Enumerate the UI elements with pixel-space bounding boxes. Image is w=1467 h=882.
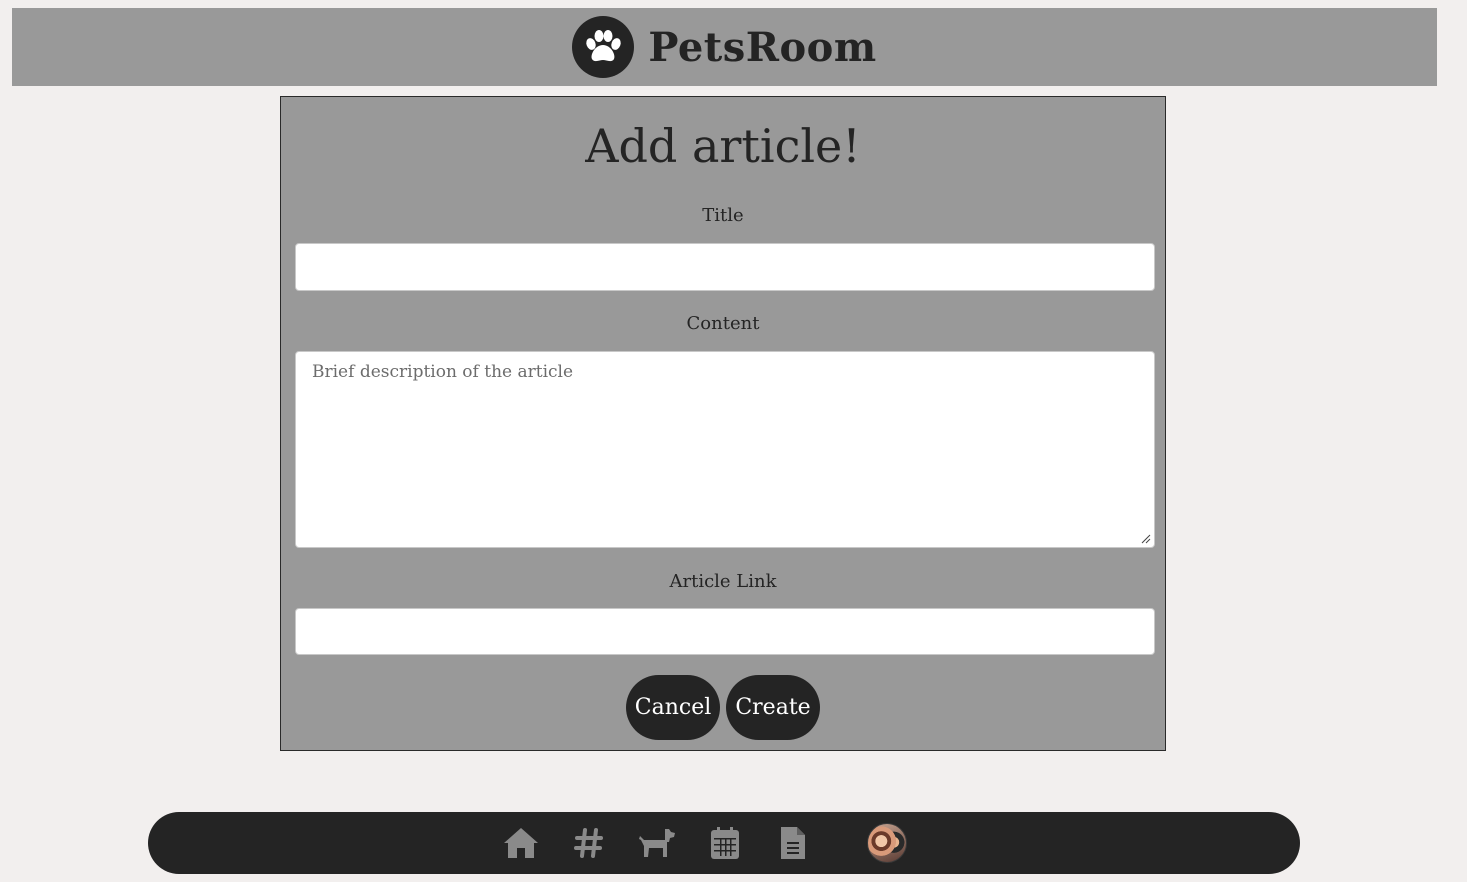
title-field-wrapper bbox=[295, 243, 1155, 291]
resize-handle-icon[interactable] bbox=[1141, 534, 1151, 544]
article-link-label: Article Link bbox=[669, 571, 777, 592]
dog-icon[interactable] bbox=[637, 823, 677, 863]
home-icon[interactable] bbox=[501, 823, 541, 863]
create-button[interactable]: Create bbox=[726, 675, 820, 740]
content-label: Content bbox=[686, 313, 760, 334]
paw-icon bbox=[572, 16, 635, 78]
add-article-form: Add article! Title Content Article Link … bbox=[280, 96, 1166, 751]
brand-name: PetsRoom bbox=[648, 23, 877, 71]
app-header: PetsRoom bbox=[12, 8, 1437, 86]
title-label: Title bbox=[702, 205, 744, 226]
bottom-nav bbox=[148, 812, 1300, 874]
article-link-input[interactable] bbox=[296, 609, 1154, 654]
cancel-button[interactable]: Cancel bbox=[626, 675, 720, 740]
title-input[interactable] bbox=[296, 244, 1154, 290]
document-icon[interactable] bbox=[773, 823, 813, 863]
form-actions: Cancel Create bbox=[281, 675, 1165, 740]
calendar-icon[interactable] bbox=[705, 823, 745, 863]
form-title: Add article! bbox=[585, 119, 861, 173]
article-link-field-wrapper bbox=[295, 608, 1155, 655]
brand[interactable]: PetsRoom bbox=[572, 16, 876, 78]
avatar[interactable] bbox=[867, 823, 907, 863]
hashtag-icon[interactable] bbox=[569, 823, 609, 863]
content-field-wrapper bbox=[295, 351, 1155, 548]
content-textarea[interactable] bbox=[296, 352, 1154, 547]
